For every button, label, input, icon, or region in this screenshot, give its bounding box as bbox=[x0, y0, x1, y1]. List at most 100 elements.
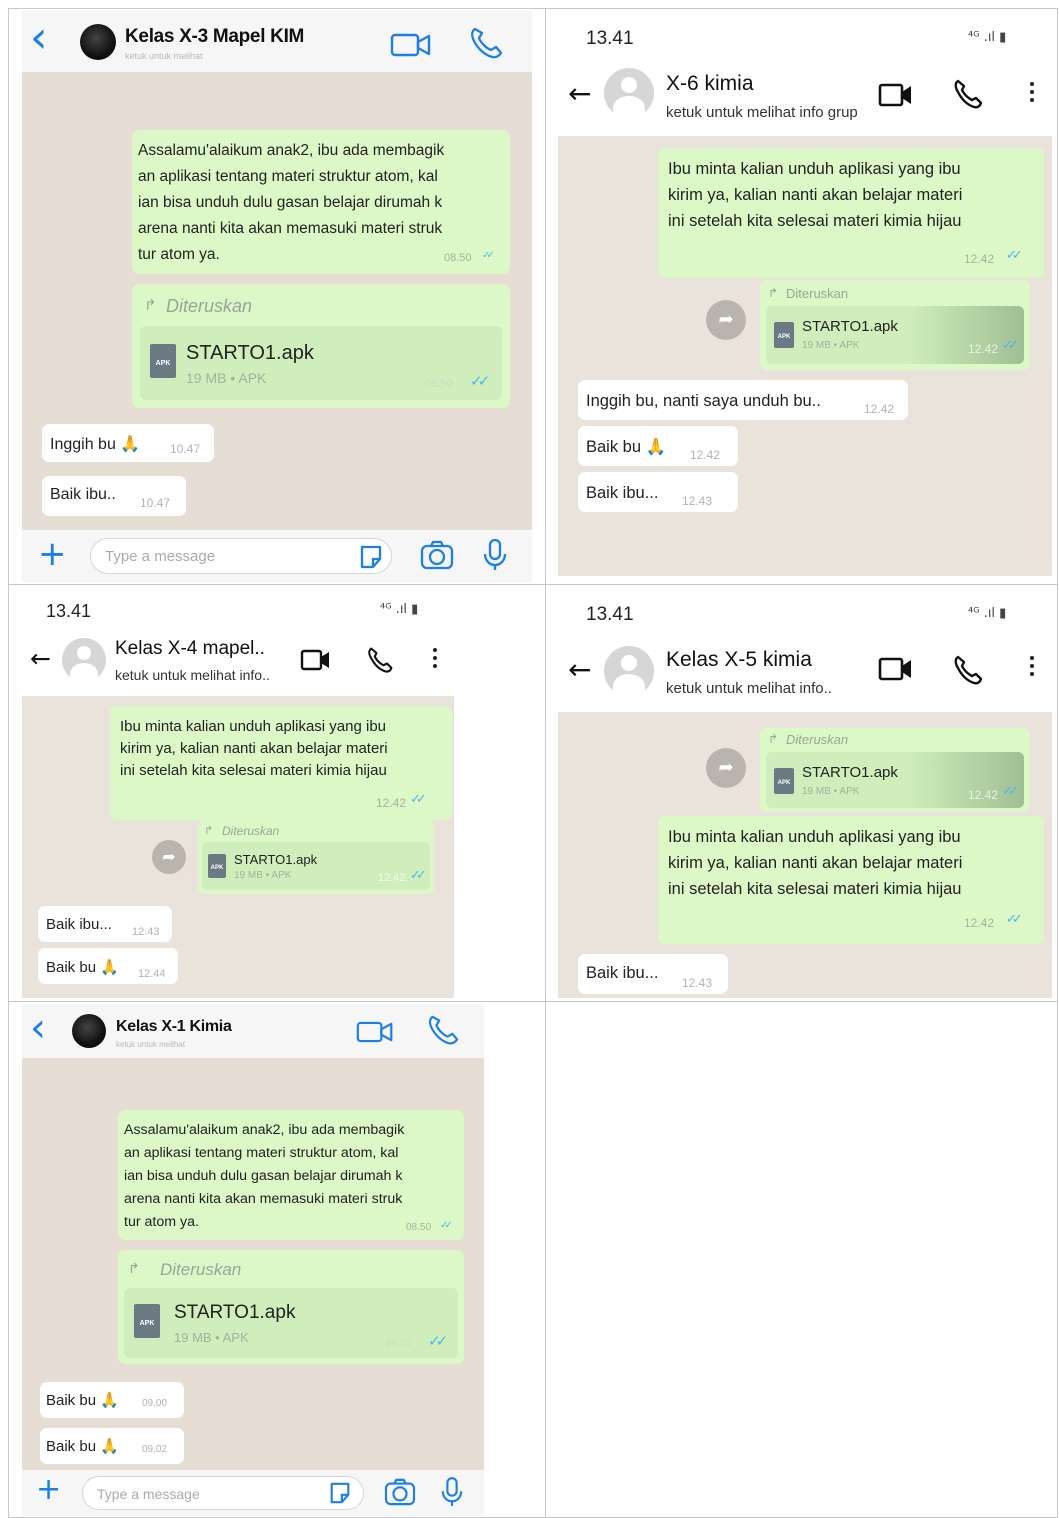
message-bubble[interactable]: Assalamu'alaikum anak2, ibu ada membagik… bbox=[118, 1110, 464, 1240]
message-bubble[interactable]: Baik bu 🙏 09.00 bbox=[40, 1382, 184, 1418]
camera-icon[interactable] bbox=[384, 1478, 416, 1506]
message-text: Baik ibu... bbox=[586, 964, 659, 982]
message-time: 10.47 bbox=[140, 496, 171, 510]
read-tick-icon: ✓✓ bbox=[428, 1332, 448, 1350]
plus-icon[interactable]: + bbox=[38, 534, 67, 574]
chat-subtitle[interactable]: ketuk untuk melihat info.. bbox=[115, 667, 270, 683]
more-options-icon[interactable] bbox=[433, 648, 437, 668]
message-bubble[interactable]: Ibu minta kalian unduh aplikasi yang ibu… bbox=[658, 148, 1044, 278]
message-line: ian bisa unduh dulu gasan belajar diruma… bbox=[138, 194, 443, 211]
video-call-icon[interactable] bbox=[878, 82, 914, 108]
plus-icon[interactable]: + bbox=[36, 1472, 61, 1507]
message-line: Assalamu'alaikum anak2, ibu ada membagik bbox=[138, 142, 445, 159]
message-input[interactable]: Type a message bbox=[82, 1476, 364, 1510]
group-avatar[interactable] bbox=[604, 646, 654, 696]
message-bubble[interactable]: Ibu minta kalian unduh aplikasi yang ibu… bbox=[658, 816, 1044, 944]
back-icon[interactable]: ‹ bbox=[30, 1008, 46, 1048]
file-card[interactable]: APK STARTO1.apk 19 MB • APK 12.42 ✓✓ bbox=[766, 306, 1024, 364]
message-bubble[interactable]: Inggih bu 🙏 10.47 bbox=[42, 424, 214, 462]
phone-icon[interactable] bbox=[366, 646, 394, 674]
forwarded-file-bubble[interactable]: ↱ Diteruskan APK STARTO1.apk 19 MB • APK… bbox=[198, 820, 434, 894]
message-bubble[interactable]: Baik ibu... 12.43 bbox=[578, 954, 728, 994]
file-time: 08.50 bbox=[425, 378, 453, 390]
forwarded-file-bubble[interactable]: ↱ Diteruskan APK STARTO1.apk 19 MB • APK… bbox=[760, 280, 1030, 370]
share-icon[interactable]: ➦ bbox=[706, 748, 746, 788]
chat-header: ← X-6 kimia ketuk untuk melihat info gru… bbox=[558, 60, 1052, 136]
message-line: arena nanti kita akan memasuki materi st… bbox=[124, 1191, 403, 1207]
read-tick-icon: ✓✓ bbox=[470, 372, 490, 390]
apk-file-icon: APK bbox=[774, 322, 794, 348]
message-bubble[interactable]: Ibu minta kalian unduh aplikasi yang ibu… bbox=[110, 706, 452, 820]
file-time: 12.42 bbox=[968, 788, 999, 802]
back-icon[interactable]: ‹ bbox=[30, 16, 48, 60]
chat-title[interactable]: X-6 kimia bbox=[666, 72, 754, 96]
message-time: 09.02 bbox=[142, 1444, 168, 1455]
chat-area: Ibu minta kalian unduh aplikasi yang ibu… bbox=[558, 136, 1052, 576]
message-bubble[interactable]: Assalamu'alaikum anak2, ibu ada membagik… bbox=[132, 130, 510, 274]
file-meta: 19 MB • APK bbox=[802, 340, 860, 351]
video-call-icon[interactable] bbox=[878, 656, 914, 682]
message-time: 10.47 bbox=[170, 442, 201, 456]
camera-icon[interactable] bbox=[420, 540, 454, 570]
avatar[interactable] bbox=[80, 24, 116, 60]
message-bubble[interactable]: Baik ibu... 12.43 bbox=[38, 906, 172, 942]
message-line: ian bisa unduh dulu gasan belajar diruma… bbox=[124, 1168, 403, 1184]
message-bubble[interactable]: Baik bu 🙏 12.42 bbox=[578, 426, 738, 466]
message-time: 12.43 bbox=[132, 926, 160, 938]
forwarded-label: Diteruskan bbox=[786, 286, 849, 301]
sticker-icon[interactable] bbox=[328, 1481, 352, 1505]
microphone-icon[interactable] bbox=[440, 1476, 464, 1508]
file-card[interactable]: APK STARTO1.apk 19 MB • APK 12.42 ✓✓ bbox=[202, 842, 430, 890]
read-tick-icon: ✓✓ bbox=[1002, 784, 1019, 799]
apk-file-icon: APK bbox=[774, 768, 794, 794]
group-avatar[interactable] bbox=[604, 68, 654, 118]
message-bubble[interactable]: Baik ibu.. 10.47 bbox=[42, 476, 186, 516]
forwarded-file-bubble[interactable]: ↱ Diteruskan APK STARTO1.apk 19 MB • APK… bbox=[118, 1250, 464, 1364]
back-arrow-icon[interactable]: ← bbox=[30, 646, 51, 671]
chat-area: Assalamu'alaikum anak2, ibu ada membagik… bbox=[22, 1058, 484, 1470]
message-bubble[interactable]: Baik bu 🙏 12.44 bbox=[38, 948, 178, 984]
file-card[interactable]: APK STARTO1.apk 19 MB • APK 08.50 ✓✓ bbox=[140, 326, 502, 400]
chat-title[interactable]: Kelas X-5 kimia bbox=[666, 648, 812, 672]
message-bubble[interactable]: Baik bu 🙏 09.02 bbox=[40, 1428, 184, 1464]
phone-icon[interactable] bbox=[468, 26, 504, 60]
microphone-icon[interactable] bbox=[482, 538, 508, 572]
video-call-icon[interactable] bbox=[356, 1020, 394, 1044]
file-card[interactable]: APK STARTO1.apk 19 MB • APK 08.50 ✓✓ bbox=[124, 1288, 458, 1358]
chat-subtitle[interactable]: ketuk untuk melihat info grup bbox=[666, 104, 858, 121]
chat-subtitle: ketuk untuk melihat bbox=[116, 1040, 185, 1049]
message-line: an aplikasi tentang materi struktur atom… bbox=[124, 1145, 399, 1161]
message-time: 12.42 bbox=[964, 916, 995, 930]
share-icon[interactable]: ➦ bbox=[152, 840, 186, 874]
message-bubble[interactable]: Baik ibu... 12.43 bbox=[578, 472, 738, 512]
group-avatar[interactable] bbox=[62, 638, 106, 682]
phone-icon[interactable] bbox=[952, 654, 984, 686]
forwarded-file-bubble[interactable]: ↱ Diteruskan APK STARTO1.apk 19 MB • APK… bbox=[760, 728, 1030, 812]
forwarded-file-bubble[interactable]: ↱ Diteruskan APK STARTO1.apk 19 MB • APK… bbox=[132, 284, 510, 408]
chat-subtitle[interactable]: ketuk untuk melihat info.. bbox=[666, 680, 832, 697]
avatar[interactable] bbox=[72, 1014, 106, 1048]
message-bubble[interactable]: Inggih bu, nanti saya unduh bu.. 12.42 bbox=[578, 380, 908, 420]
back-arrow-icon[interactable]: ← bbox=[568, 80, 591, 108]
chat-title[interactable]: Kelas X-3 Mapel KIM bbox=[125, 26, 304, 48]
back-arrow-icon[interactable]: ← bbox=[568, 656, 591, 684]
chat-title[interactable]: Kelas X-1 Kimia bbox=[116, 1018, 232, 1036]
sticker-icon[interactable] bbox=[358, 544, 384, 570]
more-options-icon[interactable] bbox=[1030, 82, 1034, 102]
status-clock: 13.41 bbox=[586, 604, 634, 625]
message-input[interactable]: Type a message bbox=[90, 538, 392, 574]
more-options-icon[interactable] bbox=[1030, 656, 1034, 676]
chat-title[interactable]: Kelas X-4 mapel.. bbox=[115, 638, 265, 660]
file-name: STARTO1.apk bbox=[802, 764, 898, 781]
video-call-icon[interactable] bbox=[390, 32, 432, 58]
chat-subtitle: ketuk untuk melihat bbox=[125, 51, 203, 61]
video-call-icon[interactable] bbox=[300, 648, 332, 672]
phone-icon[interactable] bbox=[952, 78, 984, 110]
share-icon[interactable]: ➦ bbox=[706, 300, 746, 340]
file-card[interactable]: APK STARTO1.apk 19 MB • APK 12.42 ✓✓ bbox=[766, 752, 1024, 808]
signal-battery-icon: ⁴ᴳ .ıl ▮ bbox=[968, 606, 1007, 621]
message-line: Ibu minta kalian unduh aplikasi yang ibu bbox=[668, 160, 961, 178]
chat-header: ← Kelas X-4 mapel.. ketuk untuk melihat … bbox=[22, 630, 454, 696]
message-line: kirim ya, kalian nanti akan belajar mate… bbox=[668, 854, 963, 872]
phone-icon[interactable] bbox=[426, 1014, 460, 1046]
